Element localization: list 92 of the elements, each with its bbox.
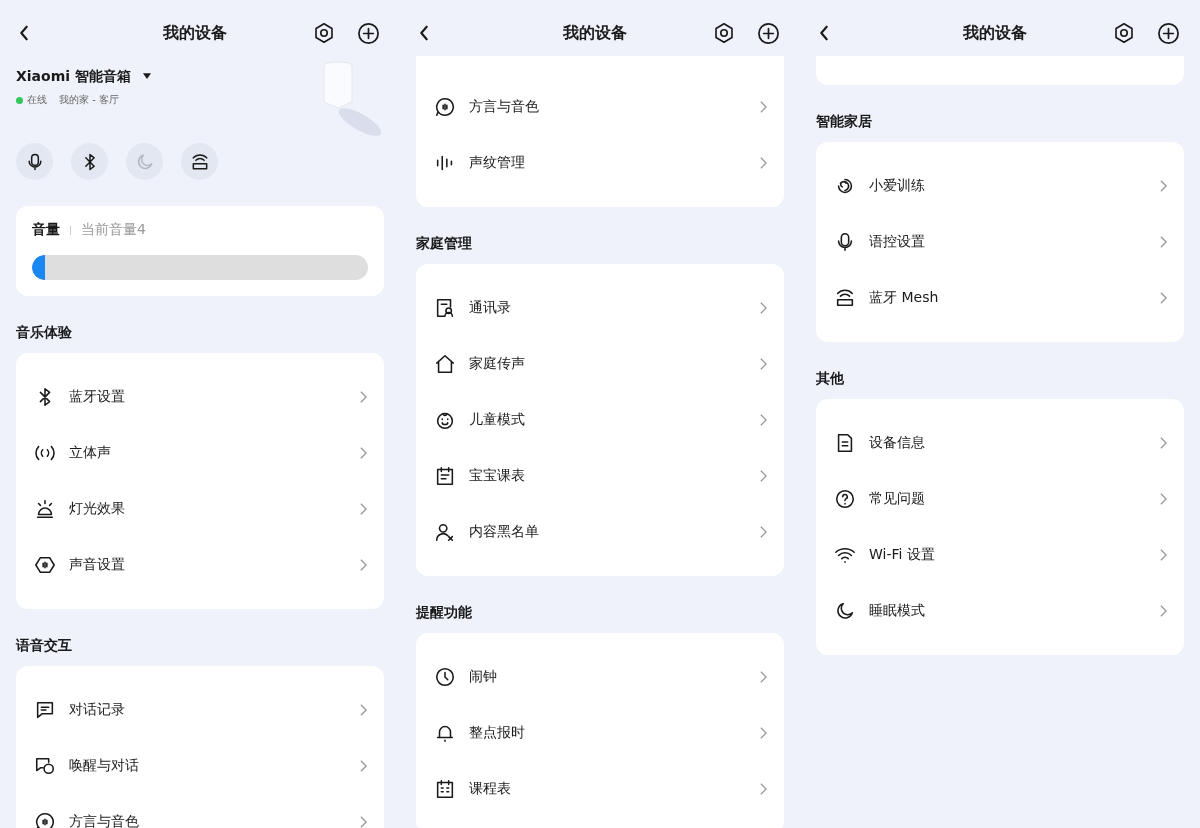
help-icon	[834, 488, 856, 510]
lamp-icon	[34, 498, 56, 520]
settings-row[interactable]: 声纹管理	[416, 135, 784, 191]
settings-icon[interactable]	[1113, 22, 1135, 44]
back-icon[interactable]	[818, 24, 830, 42]
settings-row[interactable]: 蓝牙设置	[16, 369, 384, 425]
chevron-icon	[1159, 179, 1168, 193]
chevron-icon	[1159, 604, 1168, 618]
back-icon[interactable]	[418, 24, 430, 42]
volume-slider[interactable]	[32, 255, 368, 280]
add-icon[interactable]	[1157, 21, 1180, 45]
section-heading: 家庭管理	[416, 234, 473, 253]
chevron-icon	[759, 726, 768, 740]
chevron-icon	[359, 815, 368, 828]
settings-row[interactable]: 蓝牙 Mesh	[816, 270, 1184, 326]
settings-row[interactable]: 声音设置	[16, 537, 384, 593]
add-icon[interactable]	[757, 21, 780, 45]
chevron-icon	[1159, 436, 1168, 450]
user-block-icon	[434, 521, 456, 543]
status-text: 在线	[27, 93, 47, 107]
sound-icon	[34, 554, 56, 576]
speech-bubble-icon	[434, 96, 456, 118]
chevron-icon	[359, 759, 368, 773]
bluetooth-button[interactable]	[71, 143, 108, 180]
settings-row[interactable]: 课程表	[416, 761, 784, 817]
chevron-icon	[1159, 492, 1168, 506]
settings-row[interactable]: 家庭传声	[416, 336, 784, 392]
chevron-icon	[359, 390, 368, 404]
schedule-icon	[434, 778, 456, 800]
settings-row[interactable]: 整点报时	[416, 705, 784, 761]
section-heading: 音乐体验	[16, 323, 73, 342]
settings-icon[interactable]	[313, 22, 335, 44]
calendar-icon	[434, 465, 456, 487]
settings-icon[interactable]	[713, 22, 735, 44]
settings-row[interactable]: 唤醒与对话	[16, 738, 384, 794]
settings-row[interactable]: 对话记录	[16, 682, 384, 738]
settings-row[interactable]: 常见问题	[816, 471, 1184, 527]
section-heading: 语音交互	[16, 636, 73, 655]
home-icon	[434, 353, 456, 375]
chevron-icon	[759, 301, 768, 315]
contacts-icon	[434, 297, 456, 319]
chevron-icon	[359, 502, 368, 516]
page-title: 我的设备	[561, 22, 628, 44]
chevron-icon	[359, 558, 368, 572]
chevron-icon	[759, 782, 768, 796]
chevron-icon	[1159, 548, 1168, 562]
settings-row[interactable]: 方言与音色	[416, 79, 784, 135]
chevron-icon	[759, 413, 768, 427]
page-title: 我的设备	[961, 22, 1028, 44]
volume-label: 音量	[32, 221, 60, 239]
settings-row[interactable]: Wi-Fi 设置	[816, 527, 1184, 583]
caret-icon[interactable]	[142, 72, 151, 80]
settings-row[interactable]: 闹钟	[416, 649, 784, 705]
settings-row[interactable]: 内容黑名单	[416, 504, 784, 560]
settings-row[interactable]: 小爱训练	[816, 158, 1184, 214]
settings-row[interactable]: 灯光效果	[16, 481, 384, 537]
chevron-icon	[759, 357, 768, 371]
settings-row[interactable]: 睡眠模式	[816, 583, 1184, 639]
back-icon[interactable]	[18, 24, 30, 42]
settings-row[interactable]: 立体声	[16, 425, 384, 481]
settings-row[interactable]: 方言与音色	[16, 794, 384, 828]
settings-row[interactable]: 宝宝课表	[416, 448, 784, 504]
chevron-icon	[759, 469, 768, 483]
volume-reading: 当前音量4	[81, 221, 146, 239]
section-heading: 提醒功能	[416, 603, 473, 622]
chevron-icon	[759, 525, 768, 539]
add-icon[interactable]	[357, 21, 380, 45]
chat-icon	[34, 699, 56, 721]
location-text: 我的家 - 客厅	[59, 93, 119, 107]
page-title: 我的设备	[161, 22, 228, 44]
chevron-icon	[359, 703, 368, 717]
settings-row[interactable]: 语控设置	[816, 214, 1184, 270]
chevron-icon	[759, 100, 768, 114]
clock-icon	[434, 666, 456, 688]
speech-bubble-icon	[34, 811, 56, 828]
router-button[interactable]	[181, 143, 218, 180]
status-dot	[16, 96, 23, 104]
chevron-icon	[759, 156, 768, 170]
settings-row[interactable]: 通讯录	[416, 280, 784, 336]
chevron-icon	[1159, 235, 1168, 249]
settings-row[interactable]: 儿童模式	[416, 392, 784, 448]
chevron-icon	[359, 446, 368, 460]
mic-button[interactable]	[16, 143, 53, 180]
section-heading: 智能家居	[816, 112, 873, 131]
chevron-icon	[759, 670, 768, 684]
device-name[interactable]: Xiaomi 智能音箱	[16, 66, 131, 86]
chevron-icon	[1159, 291, 1168, 305]
router-icon	[834, 287, 856, 309]
chat-bubbles-icon	[34, 755, 56, 777]
settings-row[interactable]: 设备信息	[816, 415, 1184, 471]
section-heading: 其他	[816, 369, 845, 388]
moon-icon	[834, 600, 856, 622]
